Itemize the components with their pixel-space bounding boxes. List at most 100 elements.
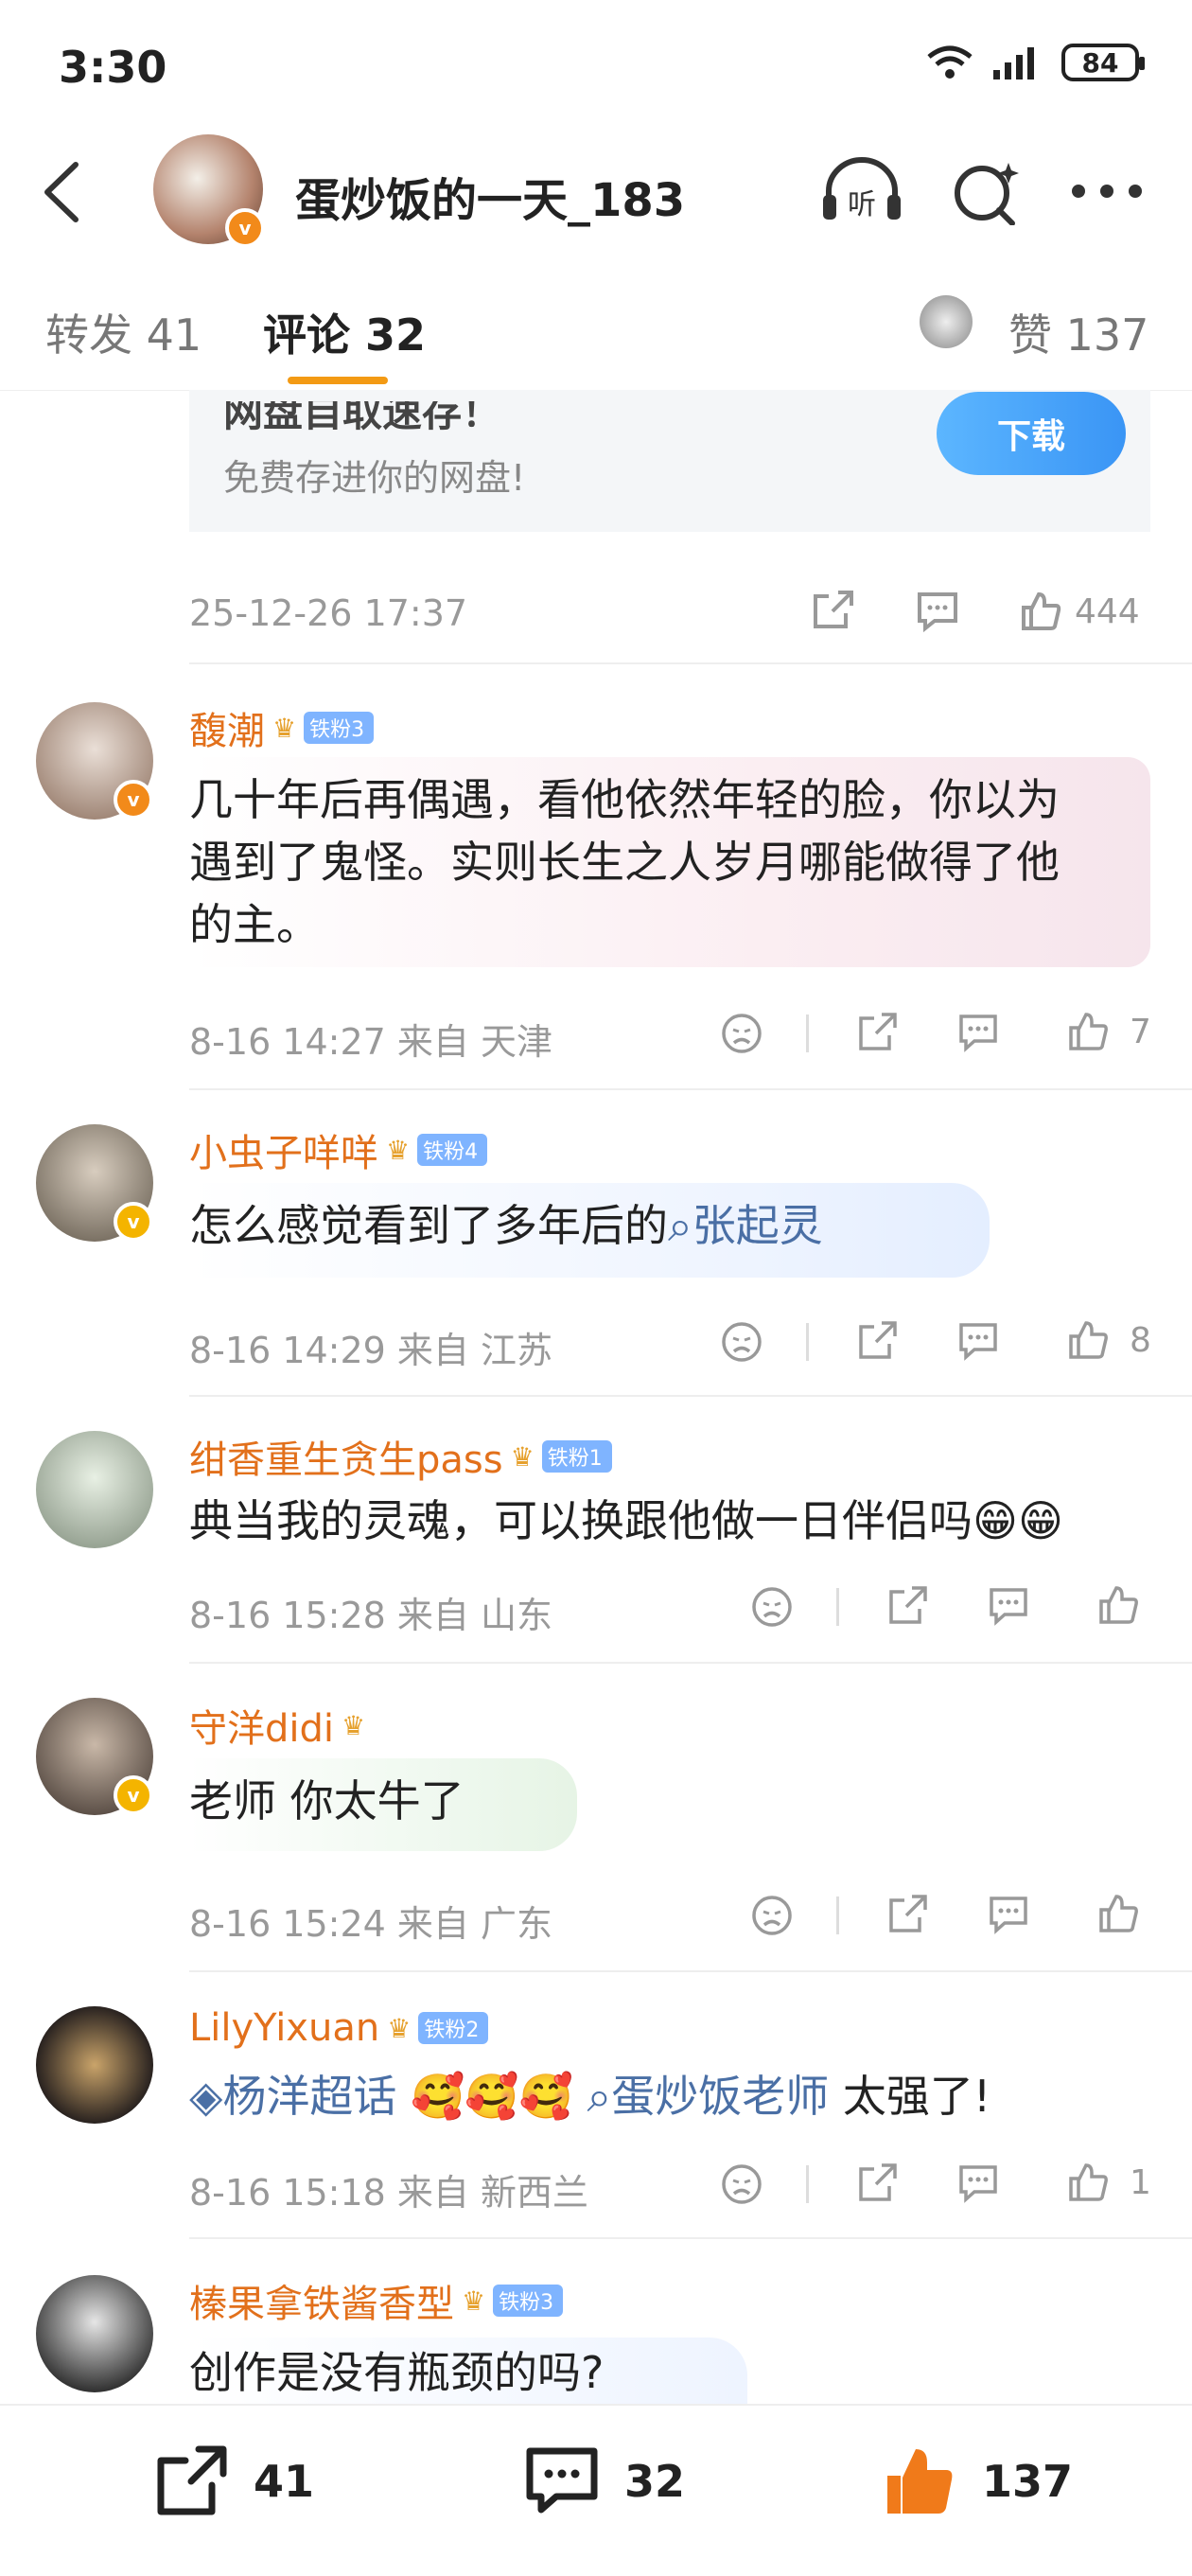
comment-meta: 8-16 15:28 来自 山东 [189, 1595, 552, 1636]
comment-body: 怎么感觉看到了多年后的 [189, 1200, 668, 1251]
more-icon[interactable] [1069, 182, 1145, 201]
dislike-icon[interactable] [719, 1319, 764, 1365]
wifi-icon [927, 45, 973, 79]
username-text: 榛果拿铁酱香型 [189, 2283, 454, 2326]
comment-like-count: 8 [1130, 1321, 1151, 1360]
search-link[interactable]: ⌕张起灵 [668, 1200, 823, 1251]
comment-username[interactable]: 榛果拿铁酱香型 ♛ 铁粉3 [189, 2273, 564, 2328]
comment-line: 几十年后再偶遇，看他依然年轻的脸，你以为 [189, 774, 1060, 825]
crown-icon: ♛ [510, 1440, 535, 1473]
comment-meta: 8-16 15:18 来自 新西兰 [189, 2172, 588, 2214]
fan-badge-label: 铁粉3 [309, 718, 365, 742]
share-icon[interactable] [855, 1317, 901, 1363]
tab-repost[interactable]: 转发 41 [45, 301, 202, 363]
comment-icon[interactable] [955, 1011, 1001, 1056]
diamond-icon: ◈ [189, 2071, 223, 2122]
like-icon[interactable] [1065, 1317, 1111, 1363]
crown-icon: ♛ [462, 2285, 486, 2317]
search-spark-icon[interactable] [946, 157, 1031, 225]
dislike-icon[interactable] [749, 1893, 795, 1938]
comment-icon[interactable] [986, 1893, 1031, 1938]
comment-meta: 8-16 14:27 来自 天津 [189, 1021, 552, 1063]
crown-icon: ♛ [386, 1134, 411, 1166]
tab-likes[interactable]: 赞 137 [1008, 301, 1148, 363]
comment-text: 老师 你太牛了 [189, 1775, 465, 1826]
search-link[interactable]: ⌕蛋炒饭老师 [587, 2071, 829, 2122]
download-button[interactable]: 下载 [937, 392, 1126, 475]
bottom-repost-button[interactable]: 41 [151, 2442, 314, 2521]
fan-badge: 铁粉3 [493, 2285, 564, 2317]
page-title[interactable]: 蛋炒饭的一天_183 [295, 163, 685, 229]
like-icon [1022, 591, 1061, 630]
status-time: 3:30 [59, 42, 167, 93]
post-like[interactable]: 444 [1018, 589, 1140, 634]
comment-icon[interactable] [914, 589, 961, 634]
like-icon[interactable] [1065, 1009, 1111, 1054]
bottom-like-button[interactable]: 137 [880, 2442, 1073, 2521]
listen-headphone-icon[interactable]: 听 [819, 157, 904, 225]
username-text: LilyYixuan [189, 2006, 380, 2050]
separator [836, 1897, 839, 1934]
comment-avatar[interactable] [36, 2006, 153, 2124]
like-icon[interactable] [1096, 1582, 1141, 1628]
comment-text: ◈杨洋超话 🥰🥰🥰 ⌕蛋炒饭老师 太强了! [189, 2065, 990, 2127]
repost-icon [157, 2445, 227, 2515]
ad-subtitle: 免费存进你的网盘! [223, 457, 526, 499]
comment-icon[interactable] [955, 2161, 1001, 2207]
dislike-icon[interactable] [719, 1011, 764, 1056]
dislike-icon[interactable] [719, 2161, 764, 2207]
verified-badge-icon: v [114, 1775, 153, 1815]
emoji-group: 🥰🥰🥰 [411, 2071, 573, 2122]
status-icons: 84 [925, 44, 1145, 81]
fan-badge-label: 铁粉1 [547, 1447, 603, 1471]
fan-badge-label: 铁粉2 [424, 2019, 480, 2042]
fan-badge: 铁粉2 [418, 2012, 489, 2044]
comment-username[interactable]: LilyYixuan ♛ 铁粉2 [189, 2006, 489, 2050]
comment-count: 32 [624, 2456, 686, 2507]
listen-label: 听 [848, 188, 876, 221]
fan-badge-label: 铁粉3 [499, 2291, 554, 2315]
search-link-text: 蛋炒饭老师 [611, 2071, 830, 2122]
topic-link[interactable]: ◈杨洋超话 [189, 2071, 396, 2122]
comment-meta: 8-16 15:24 来自 广东 [189, 1903, 552, 1945]
comment-username[interactable]: 绀香重生贪生pass ♛ 铁粉1 [189, 1429, 612, 1484]
liker-avatar[interactable] [920, 295, 973, 348]
comment-avatar[interactable] [36, 1431, 153, 1548]
divider [189, 1970, 1192, 1972]
like-icon[interactable] [1096, 1891, 1141, 1936]
verified-badge-icon: v [114, 1202, 153, 1242]
separator [806, 1015, 809, 1052]
divider [189, 662, 1192, 664]
comment-text: 怎么感觉看到了多年后的⌕张起灵 [189, 1194, 823, 1257]
comment-line: 的主。 [189, 899, 320, 950]
tab-comments[interactable]: 评论 32 [263, 301, 426, 363]
comment-text: 创作是没有瓶颈的吗? [189, 2347, 605, 2398]
share-icon[interactable] [885, 1582, 931, 1628]
dislike-icon[interactable] [749, 1584, 795, 1630]
comment-username[interactable]: 馥潮 ♛ 铁粉3 [189, 700, 375, 755]
separator [806, 2165, 809, 2203]
comment-username[interactable]: 守洋didi ♛ [189, 1698, 365, 1753]
comment-text: 几十年后再偶遇，看他依然年轻的脸，你以为 遇到了鬼怪。实则长生之人岁月哪能做得了… [189, 768, 1060, 956]
share-icon[interactable] [855, 2160, 901, 2205]
comment-icon[interactable] [986, 1584, 1031, 1630]
share-icon[interactable] [810, 587, 857, 634]
username-text: 小虫子咩咩 [189, 1132, 378, 1175]
search-link-icon: ⌕ [668, 1200, 692, 1251]
battery-indicator: 84 [1061, 44, 1145, 81]
post-timestamp: 25-12-26 17:37 [189, 592, 468, 634]
separator [836, 1588, 839, 1626]
verified-badge-icon: v [225, 208, 265, 248]
comment-like-count: 1 [1130, 2163, 1151, 2202]
like-icon[interactable] [1065, 2160, 1111, 2205]
comment-avatar[interactable] [36, 2275, 153, 2392]
share-icon[interactable] [885, 1891, 931, 1936]
back-icon[interactable] [38, 159, 85, 225]
username-text: 馥潮 [189, 710, 265, 753]
divider [189, 1088, 1192, 1090]
liked-thumb-icon [887, 2449, 953, 2514]
share-icon[interactable] [855, 1009, 901, 1054]
comment-icon[interactable] [955, 1319, 1001, 1365]
bottom-comment-button[interactable]: 32 [522, 2442, 685, 2521]
comment-username[interactable]: 小虫子咩咩 ♛ 铁粉4 [189, 1122, 488, 1177]
